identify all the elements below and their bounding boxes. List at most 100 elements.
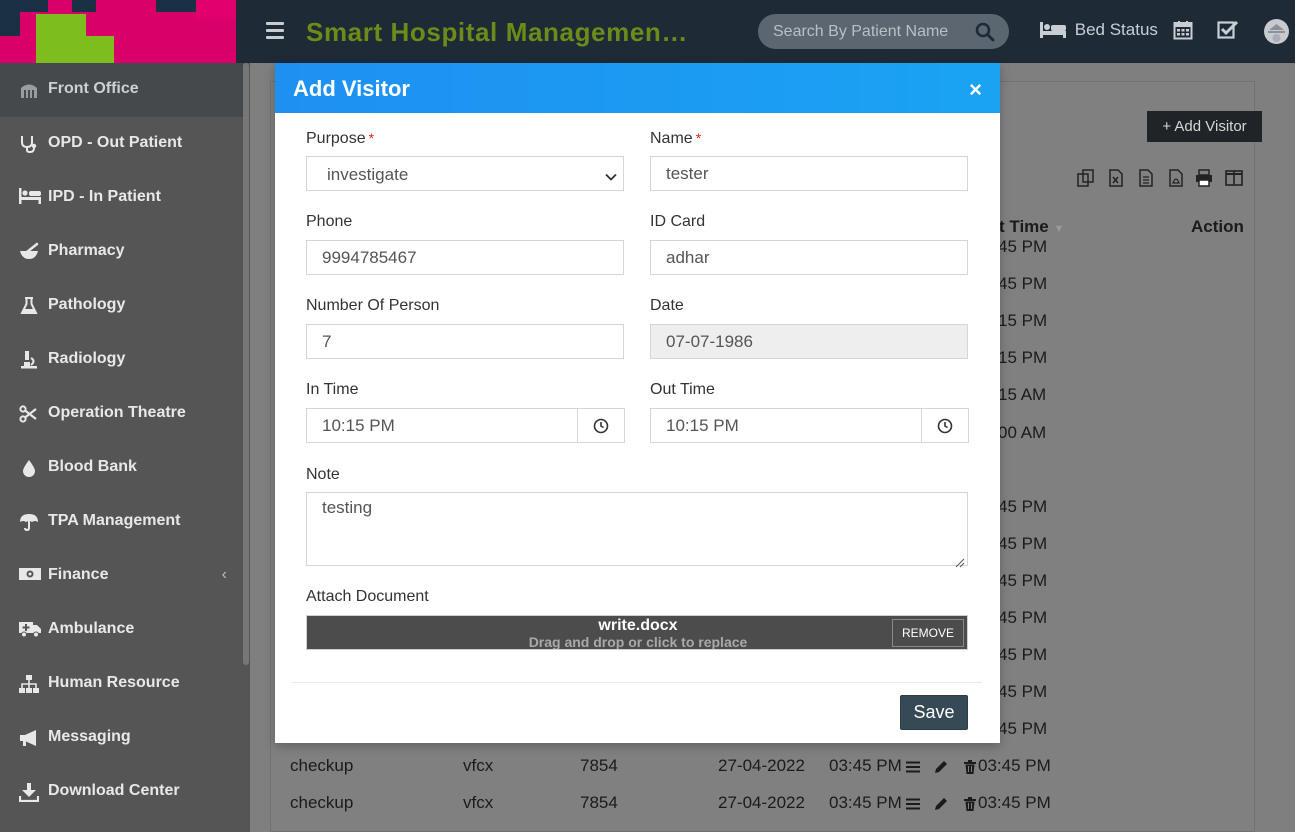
sidebar-item-blood-bank[interactable]: Blood Bank xyxy=(0,441,243,495)
hamburger-menu-icon[interactable] xyxy=(266,22,284,39)
money-icon xyxy=(19,566,41,586)
sidebar-item-human-resource[interactable]: Human Resource xyxy=(0,657,243,711)
sidebar-item-label: Pharmacy xyxy=(48,242,125,259)
sidebar-item-front-office[interactable]: Front Office xyxy=(0,63,243,117)
flask-icon xyxy=(19,296,39,316)
sidebar-item-messaging[interactable]: Messaging xyxy=(0,711,243,765)
ambulance-icon xyxy=(19,620,41,640)
sidebar-item-pharmacy[interactable]: Pharmacy xyxy=(0,225,243,279)
remove-file-button[interactable]: REMOVE xyxy=(892,619,964,647)
out-time-input[interactable] xyxy=(650,408,922,443)
mortar-pestle-icon xyxy=(19,242,39,262)
sidebar-item-label: Ambulance xyxy=(48,620,135,637)
date-cell: 27-04-2022 xyxy=(718,793,805,812)
bed-status-link[interactable]: Bed Status xyxy=(1040,20,1158,40)
in-time-picker-button[interactable] xyxy=(578,408,625,443)
in-time-cell: 03:45 PM xyxy=(829,756,902,775)
in-time-input[interactable] xyxy=(306,408,578,443)
sidebar-item-ipd[interactable]: IPD - In Patient xyxy=(0,171,243,225)
add-visitor-modal: Add Visitor × Purpose * investigate Name *… xyxy=(275,63,1000,743)
required-marker: * xyxy=(368,130,375,146)
phone-cell: 7854 xyxy=(580,793,618,812)
calendar-icon[interactable] xyxy=(1173,20,1195,42)
attach-document-label: Attach Document xyxy=(306,588,429,605)
pencil-icon[interactable] xyxy=(934,760,948,774)
save-button[interactable]: Save xyxy=(900,695,968,730)
column-header-out-time[interactable]: t Time ▼ xyxy=(999,217,1064,237)
name-input[interactable] xyxy=(650,156,968,191)
stethoscope-icon xyxy=(19,134,39,154)
dropzone-hint: Drag and drop or click to replace xyxy=(528,634,748,650)
csv-icon[interactable] xyxy=(1137,169,1155,187)
microscope-icon xyxy=(19,350,39,370)
list-icon[interactable] xyxy=(906,797,920,811)
out-time-cell: 00 AM xyxy=(998,423,1047,442)
bullhorn-icon xyxy=(19,728,39,748)
phone-input[interactable] xyxy=(306,240,624,275)
out-time-cell: 15 PM xyxy=(998,348,1048,367)
sidebar-item-label: Front Office xyxy=(48,80,139,97)
list-icon[interactable] xyxy=(906,760,920,774)
search-icon[interactable] xyxy=(975,22,995,42)
print-icon[interactable] xyxy=(1195,169,1213,187)
note-label: Note xyxy=(306,466,340,483)
resize-handle-icon[interactable] xyxy=(955,553,965,568)
footer-divider xyxy=(292,682,982,683)
bed-status-label: Bed Status xyxy=(1074,20,1158,39)
pencil-icon[interactable] xyxy=(934,797,948,811)
number-of-person-input[interactable] xyxy=(306,324,624,359)
out-time-label: Out Time xyxy=(650,381,715,398)
excel-icon[interactable] xyxy=(1107,169,1125,187)
in-time-label: In Time xyxy=(306,381,359,398)
out-time-picker-button[interactable] xyxy=(922,408,969,443)
copy-icon[interactable] xyxy=(1077,169,1095,187)
sidebar-item-finance[interactable]: Finance ‹ xyxy=(0,549,243,603)
out-time-cell: 45 PM xyxy=(998,682,1048,701)
name-label-text: Name xyxy=(650,130,693,147)
umbrella-icon xyxy=(19,512,39,532)
sidebar-scrollbar[interactable] xyxy=(243,63,249,665)
sidebar-item-label: Blood Bank xyxy=(48,458,137,475)
out-time-cell: 45 PM xyxy=(998,237,1048,256)
out-time-cell: 45 PM xyxy=(998,274,1048,293)
out-time-cell: 15 AM xyxy=(998,385,1047,404)
sidebar-item-opd[interactable]: OPD - Out Patient xyxy=(0,117,243,171)
file-dropzone[interactable]: write.docx Drag and drop or click to rep… xyxy=(306,615,968,650)
sidebar-item-tpa[interactable]: TPA Management xyxy=(0,495,243,549)
chevron-down-icon xyxy=(605,168,617,181)
sort-icon: ▼ xyxy=(1053,223,1065,235)
task-check-icon[interactable] xyxy=(1217,20,1239,42)
columns-icon[interactable] xyxy=(1225,169,1243,187)
app-title: Smart Hospital Managemen… xyxy=(306,17,688,47)
sidebar-item-operation-theatre[interactable]: Operation Theatre xyxy=(0,387,243,441)
close-icon[interactable]: × xyxy=(969,77,982,103)
purpose-label: Purpose * xyxy=(306,130,374,148)
patient-search xyxy=(758,14,1009,49)
trash-icon[interactable] xyxy=(963,797,977,811)
sidebar-item-download-center[interactable]: Download Center xyxy=(0,765,243,819)
scissors-icon xyxy=(19,404,39,424)
sidebar-item-label: Radiology xyxy=(48,350,126,367)
purpose-select[interactable]: investigate xyxy=(306,156,624,191)
date-label: Date xyxy=(650,297,684,314)
id-card-input[interactable] xyxy=(650,240,968,275)
pdf-icon[interactable] xyxy=(1167,169,1185,187)
bed-icon xyxy=(1040,22,1066,38)
patient-search-input[interactable] xyxy=(773,21,953,43)
out-time-cell: 45 PM xyxy=(998,497,1048,516)
id-card-label: ID Card xyxy=(650,213,706,230)
sidebar-item-label: IPD - In Patient xyxy=(48,188,161,205)
sidebar-item-ambulance[interactable]: Ambulance xyxy=(0,603,243,657)
date-input[interactable] xyxy=(650,324,968,359)
out-time-cell: 03:45 PM xyxy=(978,756,1051,775)
purpose-cell: checkup xyxy=(290,793,354,812)
sidebar-item-pathology[interactable]: Pathology xyxy=(0,279,243,333)
note-textarea[interactable]: testing xyxy=(306,492,968,568)
trash-icon[interactable] xyxy=(963,760,977,774)
out-time-cell: 45 PM xyxy=(998,571,1048,590)
user-avatar[interactable] xyxy=(1264,19,1289,44)
building-icon xyxy=(19,80,39,100)
sidebar-item-label: TPA Management xyxy=(48,512,181,529)
add-visitor-button[interactable]: + Add Visitor xyxy=(1147,111,1262,142)
sidebar-item-radiology[interactable]: Radiology xyxy=(0,333,243,387)
